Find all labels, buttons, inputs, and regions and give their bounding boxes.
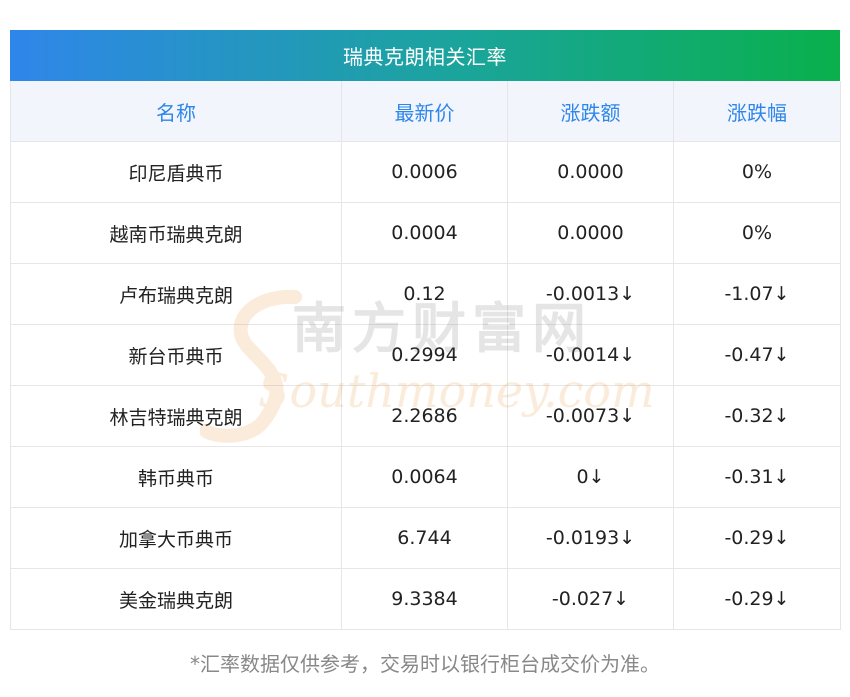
change-cell: 0.0000	[507, 141, 674, 203]
table-row: 加拿大币典币 6.744 -0.0193↓ -0.29↓	[10, 507, 841, 569]
percent-cell: 0%	[673, 141, 841, 203]
column-header-percent: 涨跌幅	[673, 81, 841, 142]
rates-widget: 瑞典克朗相关汇率 名称 最新价 涨跌额 涨跌幅 印尼盾典币 0.0006 0.0…	[0, 0, 850, 697]
column-header-price: 最新价	[341, 81, 508, 142]
percent-cell: -0.47↓	[673, 324, 841, 386]
percent-cell: -0.31↓	[673, 446, 841, 508]
currency-name-cell: 印尼盾典币	[10, 141, 342, 203]
table-row: 印尼盾典币 0.0006 0.0000 0%	[10, 141, 841, 203]
table-row: 林吉特瑞典克朗 2.2686 -0.0073↓ -0.32↓	[10, 385, 841, 447]
percent-cell: -1.07↓	[673, 263, 841, 325]
column-header-change: 涨跌额	[507, 81, 674, 142]
currency-name-cell: 越南币瑞典克朗	[10, 202, 342, 264]
currency-name-cell: 韩币典币	[10, 446, 342, 508]
change-cell: -0.0193↓	[507, 507, 674, 569]
table-row: 卢布瑞典克朗 0.12 -0.0013↓ -1.07↓	[10, 263, 841, 325]
table-header-row: 名称 最新价 涨跌额 涨跌幅	[10, 81, 841, 142]
change-cell: 0↓	[507, 446, 674, 508]
currency-name-cell: 加拿大币典币	[10, 507, 342, 569]
currency-name-cell: 林吉特瑞典克朗	[10, 385, 342, 447]
percent-cell: -0.32↓	[673, 385, 841, 447]
exchange-rate-table: 名称 最新价 涨跌额 涨跌幅 印尼盾典币 0.0006 0.0000 0% 越南…	[10, 81, 841, 630]
price-cell: 0.12	[341, 263, 508, 325]
disclaimer-footnote: *汇率数据仅供参考，交易时以银行柜台成交价为准。	[190, 652, 660, 676]
price-cell: 0.2994	[341, 324, 508, 386]
change-cell: -0.0014↓	[507, 324, 674, 386]
change-cell: 0.0000	[507, 202, 674, 264]
change-cell: -0.0073↓	[507, 385, 674, 447]
price-cell: 0.0006	[341, 141, 508, 203]
column-header-name: 名称	[10, 81, 342, 142]
price-cell: 6.744	[341, 507, 508, 569]
price-cell: 0.0004	[341, 202, 508, 264]
price-cell: 2.2686	[341, 385, 508, 447]
price-cell: 0.0064	[341, 446, 508, 508]
percent-cell: -0.29↓	[673, 568, 841, 630]
table-row: 新台币典币 0.2994 -0.0014↓ -0.47↓	[10, 324, 841, 386]
currency-name-cell: 新台币典币	[10, 324, 342, 386]
table-row: 越南币瑞典克朗 0.0004 0.0000 0%	[10, 202, 841, 264]
table-row: 美金瑞典克朗 9.3384 -0.027↓ -0.29↓	[10, 568, 841, 630]
change-cell: -0.027↓	[507, 568, 674, 630]
table-title: 瑞典克朗相关汇率	[10, 30, 840, 81]
percent-cell: -0.29↓	[673, 507, 841, 569]
percent-cell: 0%	[673, 202, 841, 264]
currency-name-cell: 美金瑞典克朗	[10, 568, 342, 630]
currency-name-cell: 卢布瑞典克朗	[10, 263, 342, 325]
table-row: 韩币典币 0.0064 0↓ -0.31↓	[10, 446, 841, 508]
price-cell: 9.3384	[341, 568, 508, 630]
change-cell: -0.0013↓	[507, 263, 674, 325]
